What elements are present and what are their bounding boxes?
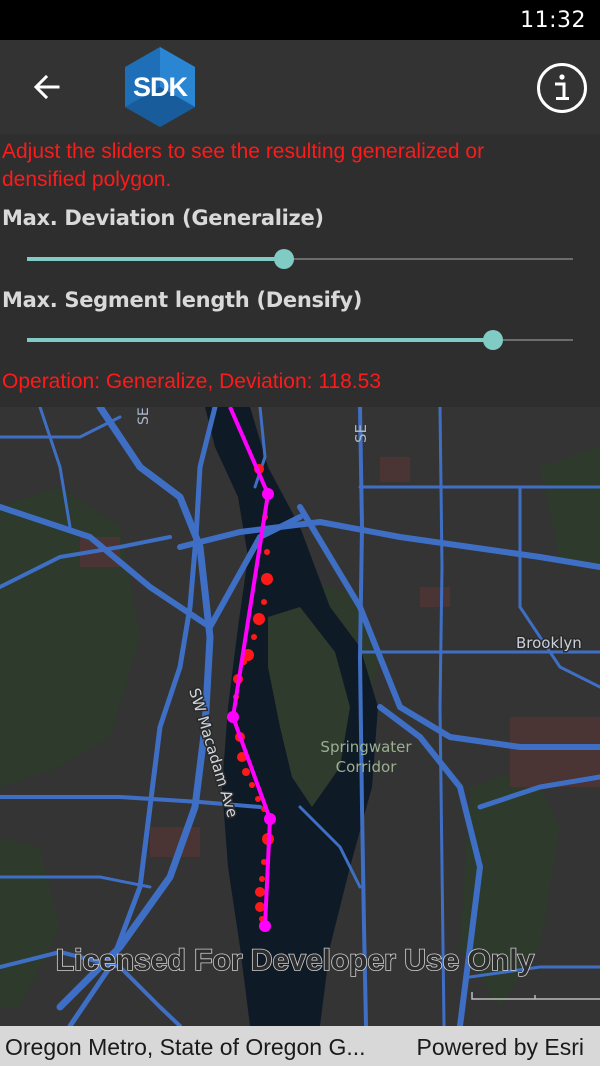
segment-length-slider[interactable] <box>27 328 573 352</box>
corridor-label: Corridor <box>336 758 398 776</box>
street-label-top-left: SE <box>136 407 152 425</box>
status-time: 11:32 <box>520 8 586 33</box>
brooklyn-label: Brooklyn <box>516 634 582 652</box>
powered-by-text: Powered by Esri <box>416 1034 584 1060</box>
operation-status: Operation: Generalize, Deviation: 118.53 <box>2 370 382 393</box>
attribution-bar: Oregon Metro, State of Oregon G... Power… <box>0 1026 600 1066</box>
info-icon <box>537 63 587 113</box>
back-button[interactable] <box>22 62 72 112</box>
deviation-slider[interactable] <box>27 247 573 271</box>
springwater-label: Springwater <box>320 738 412 756</box>
deviation-label: Max. Deviation (Generalize) <box>2 206 324 230</box>
status-bar: 11:32 <box>0 0 600 40</box>
sdk-logo-text: SDK <box>133 72 189 102</box>
deviation-slider-thumb[interactable] <box>273 249 294 269</box>
controls-panel: Adjust the sliders to see the resulting … <box>0 134 600 407</box>
deviation-slider-fill <box>27 257 284 261</box>
map-canvas[interactable]: SE SE Brooklyn Springwater Corridor SW M… <box>0 407 600 1026</box>
segment-length-slider-thumb[interactable] <box>483 330 504 350</box>
street-label-top-mid: SE <box>352 424 370 443</box>
developer-watermark: Licensed For Developer Use Only <box>56 944 535 977</box>
instructions-text: Adjust the sliders to see the resulting … <box>2 140 485 191</box>
segment-length-slider-fill <box>27 338 494 342</box>
info-button[interactable] <box>536 62 588 114</box>
app-bar: SDK <box>0 40 600 134</box>
arrow-left-icon <box>33 74 60 100</box>
attribution-text[interactable]: Oregon Metro, State of Oregon G... <box>5 1034 366 1061</box>
segment-length-label: Max. Segment length (Densify) <box>2 288 363 312</box>
sdk-logo: SDK <box>125 47 195 127</box>
map-view[interactable]: SE SE Brooklyn Springwater Corridor SW M… <box>0 407 600 1026</box>
